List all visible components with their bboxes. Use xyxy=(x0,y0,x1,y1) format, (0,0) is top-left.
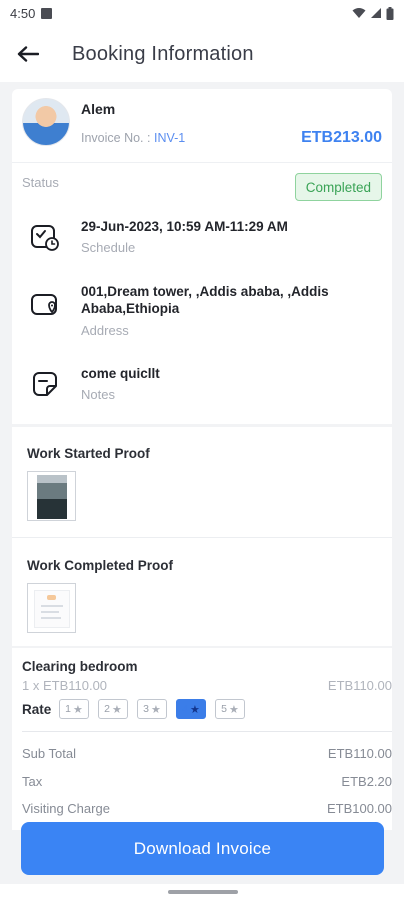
status-badge: Completed xyxy=(294,173,382,201)
rate-option-1[interactable]: 1 ★ xyxy=(59,699,89,719)
schedule-row: 29-Jun-2023, 10:59 AM-11:29 AM Schedule xyxy=(12,218,392,278)
work-started-thumbnail[interactable] xyxy=(27,471,76,521)
rate-option-label: 4 xyxy=(182,703,188,715)
status-row: Status Completed xyxy=(12,163,392,201)
back-button[interactable] xyxy=(0,26,56,82)
status-time: 4:50 xyxy=(10,5,36,21)
provider-header: Alem Invoice No. : INV-1 ETB213.00 xyxy=(12,89,392,163)
visiting-charge-value: ETB100.00 xyxy=(326,801,392,816)
service-quantity: 1 x ETB110.00 xyxy=(22,678,108,693)
arrow-left-icon xyxy=(17,46,39,62)
download-invoice-button[interactable]: Download Invoice xyxy=(21,822,384,875)
invoice-no: INV-1 xyxy=(153,131,186,145)
rate-option-2[interactable]: 2 ★ xyxy=(98,699,128,719)
service-name: Clearing bedroom xyxy=(22,659,138,674)
subtotal-value: ETB110.00 xyxy=(327,746,392,761)
notes-label: Notes xyxy=(81,387,115,402)
star-icon: ★ xyxy=(228,703,239,716)
subtotal-row: Sub Total ETB110.00 xyxy=(22,746,392,761)
notification-icon xyxy=(41,7,53,19)
work-completed-thumbnail[interactable] xyxy=(27,583,76,633)
visiting-charge-label: Visiting Charge xyxy=(22,801,110,816)
wifi-icon xyxy=(352,8,366,18)
address-label: Address xyxy=(81,323,129,338)
status-label: Status xyxy=(22,175,59,190)
schedule-value: 29-Jun-2023, 10:59 AM-11:29 AM xyxy=(81,219,288,234)
rate-option-5[interactable]: 5 ★ xyxy=(215,699,245,719)
proof-card: Work Started Proof Work Completed Proof xyxy=(12,427,392,646)
tax-label: Tax xyxy=(22,774,43,789)
visiting-charge-row: Visiting Charge ETB100.00 xyxy=(22,801,392,816)
note-icon xyxy=(33,372,57,396)
rate-option-label: 2 xyxy=(104,703,110,715)
avatar xyxy=(22,98,70,146)
star-icon: ★ xyxy=(72,703,83,716)
proof-divider xyxy=(12,537,392,538)
invoice-label: Invoice No. : xyxy=(81,131,151,145)
rate-option-label: 5 xyxy=(221,703,227,715)
booking-details-card: Alem Invoice No. : INV-1 ETB213.00 Statu… xyxy=(12,89,392,424)
provider-name: Alem xyxy=(81,101,116,117)
signal-icon xyxy=(371,8,381,18)
location-icon xyxy=(31,294,57,315)
rate-label: Rate xyxy=(22,702,52,717)
work-completed-title: Work Completed Proof xyxy=(27,558,174,573)
rate-option-label: 3 xyxy=(143,703,149,715)
service-amount: ETB110.00 xyxy=(327,678,392,693)
address-row: 001,Dream tower, ,Addis ababa, ,Addis Ab… xyxy=(12,283,392,343)
gesture-bar xyxy=(0,884,404,900)
page-title: Booking Information xyxy=(72,42,254,65)
rate-option-label: 1 xyxy=(65,703,71,715)
service-summary-card: Clearing bedroom 1 x ETB110.00 ETB110.00… xyxy=(12,648,392,830)
app-bar: Booking Information xyxy=(0,26,404,82)
subtotal-label: Sub Total xyxy=(22,746,76,761)
star-icon: ★ xyxy=(111,703,122,716)
status-bar: 4:50 xyxy=(0,0,404,26)
work-started-title: Work Started Proof xyxy=(27,446,150,461)
home-handle[interactable] xyxy=(168,890,238,894)
status-icons xyxy=(352,6,394,20)
invoice-number: Invoice No. : INV-1 xyxy=(81,131,185,145)
star-icon: ★ xyxy=(189,703,200,716)
rating-selector: 1 ★ 2 ★ 3 ★ 4 ★ 5 ★ xyxy=(59,699,245,719)
notes-value: come quicllt xyxy=(81,366,160,381)
tax-row: Tax ETB2.20 xyxy=(22,774,392,789)
star-icon: ★ xyxy=(150,703,161,716)
schedule-label: Schedule xyxy=(81,240,136,255)
tax-value: ETB2.20 xyxy=(341,774,392,789)
calendar-clock-icon xyxy=(31,225,59,251)
rate-option-4[interactable]: 4 ★ xyxy=(176,699,206,719)
battery-icon xyxy=(386,6,394,20)
notes-row: come quicllt Notes xyxy=(12,365,392,410)
address-value: 001,Dream tower, ,Addis ababa, ,Addis Ab… xyxy=(81,284,329,316)
rate-option-3[interactable]: 3 ★ xyxy=(137,699,167,719)
booking-amount: ETB213.00 xyxy=(301,129,382,146)
summary-divider xyxy=(22,731,392,732)
